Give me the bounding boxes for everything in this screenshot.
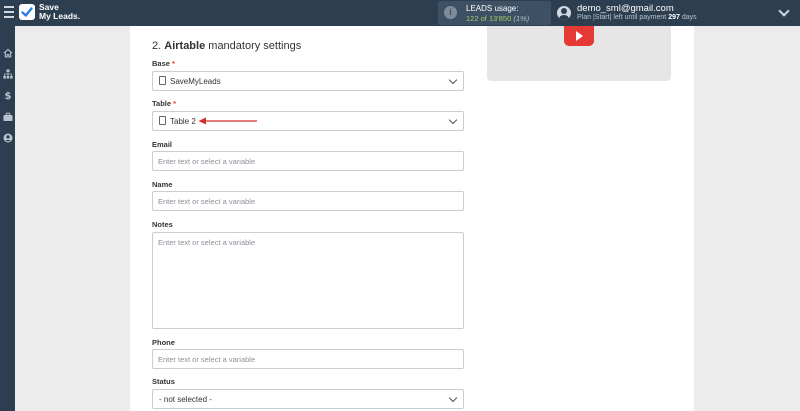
youtube-play-icon[interactable] [564,26,594,46]
file-icon [159,116,166,125]
phone-placeholder: Enter text or select a variable [158,355,256,364]
leads-usage-title: LEADS usage: [466,4,519,13]
chevron-down-icon [448,393,458,403]
user-email[interactable]: demo_sml@gmail.com [577,3,674,14]
sitemap-icon[interactable] [3,69,13,79]
menu-icon[interactable] [4,6,14,18]
video-preview[interactable] [487,26,671,81]
phone-field[interactable]: Enter text or select a variable [152,349,464,369]
user-plan-info: Plan |Start| left until payment 297 days [577,14,697,21]
email-label: Email [152,140,173,149]
leads-usage-count: 122 of 13'850 (1%) [466,14,530,23]
section-title: 2. Airtable mandatory settings [152,40,302,52]
chevron-down-icon [448,115,458,125]
email-field[interactable]: Enter text or select a variable [152,151,464,171]
status-select-value: - not selected - [159,395,212,404]
email-placeholder: Enter text or select a variable [158,157,256,166]
left-sidebar: $ [0,26,15,411]
name-placeholder: Enter text or select a variable [158,197,256,206]
notes-textarea[interactable]: Enter text or select a variable [152,232,464,329]
phone-label: Phone [152,338,175,347]
pointer-arrow-icon [198,117,257,125]
base-select[interactable]: SaveMyLeads [152,71,464,91]
notes-placeholder: Enter text or select a variable [158,238,256,247]
info-icon: i [444,6,457,19]
name-label: Name [152,180,173,189]
user-circle-icon[interactable] [3,133,13,143]
table-label: Table * [152,99,177,108]
chevron-down-icon [448,75,458,85]
status-select[interactable]: - not selected - [152,389,464,409]
base-select-value: SaveMyLeads [170,77,221,86]
briefcase-icon[interactable] [3,112,13,122]
status-label: Status [152,377,175,386]
file-icon [159,76,166,85]
name-field[interactable]: Enter text or select a variable [152,191,464,211]
logo-text[interactable]: Save My Leads. [39,3,80,21]
top-bar: Save My Leads. i LEADS usage: 122 of 13'… [0,0,800,26]
notes-label: Notes [152,220,173,229]
table-select-value: Table 2 [170,117,196,126]
base-label: Base * [152,59,175,68]
user-avatar-icon[interactable] [557,6,571,20]
chevron-down-icon[interactable] [778,5,790,17]
logo-icon[interactable] [19,4,35,20]
leads-usage-panel: i LEADS usage: 122 of 13'850 (1%) [438,1,551,25]
dollar-icon[interactable]: $ [3,90,13,100]
svg-text:$: $ [5,91,12,100]
home-icon[interactable] [3,48,13,58]
